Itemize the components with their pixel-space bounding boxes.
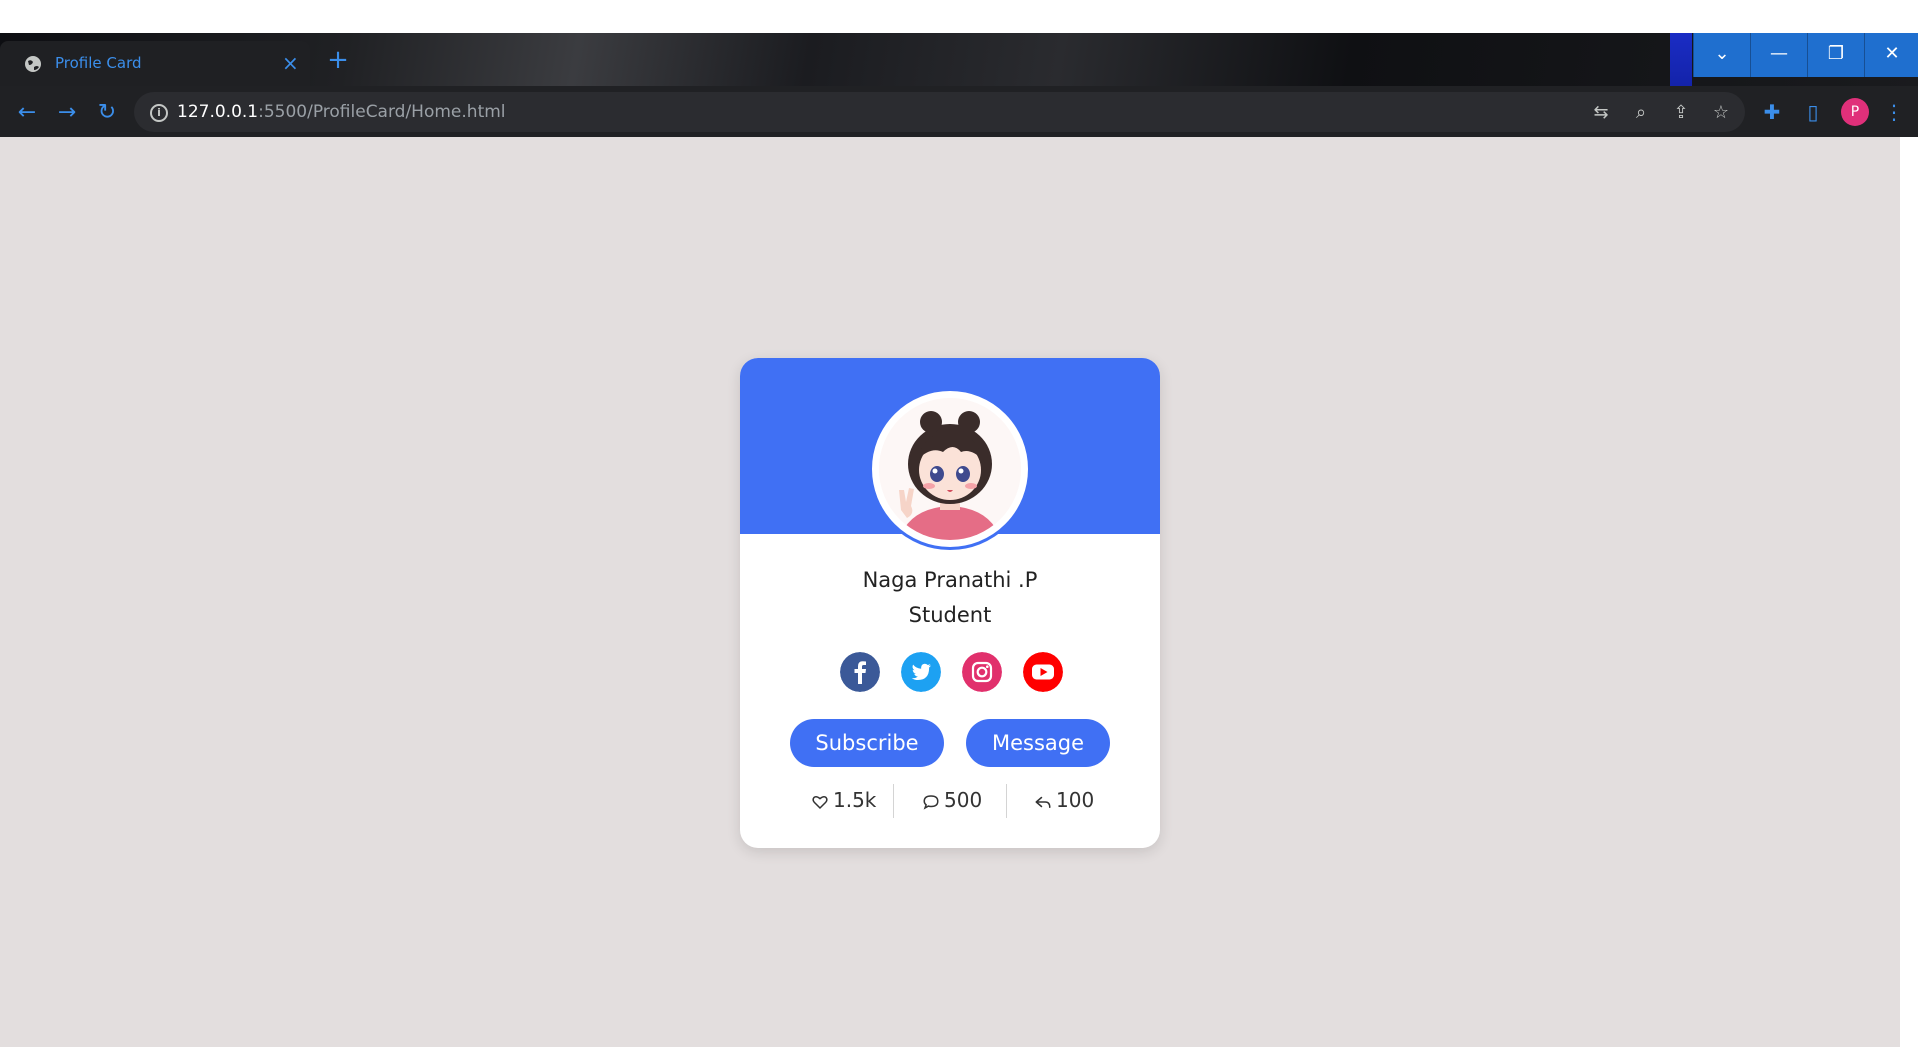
message-button[interactable]: Message bbox=[966, 719, 1110, 767]
comments-count: 500 bbox=[944, 788, 983, 812]
page-viewport: Naga Pranathi .P Student Subscribe Messa… bbox=[0, 137, 1900, 1047]
globe-icon bbox=[25, 56, 41, 72]
profile-role: Student bbox=[908, 603, 992, 627]
scrollbar[interactable] bbox=[1900, 137, 1918, 1047]
stat-divider bbox=[893, 784, 894, 818]
avatar-ring bbox=[869, 388, 1031, 550]
extensions-icon[interactable]: ✚ bbox=[1760, 100, 1784, 124]
minimize-button[interactable]: — bbox=[1750, 33, 1807, 77]
url-text[interactable]: 127.0.0.1:5500/ProfileCard/Home.html bbox=[177, 102, 506, 122]
zoom-icon[interactable]: ⌕ bbox=[1630, 102, 1652, 124]
tab-strip: Profile Card × + ⌄ — ❐ ✕ bbox=[0, 33, 1918, 86]
translate-icon[interactable]: ⇆ bbox=[1590, 102, 1612, 124]
share-icon[interactable]: ⇪ bbox=[1670, 102, 1692, 124]
youtube-icon[interactable] bbox=[1023, 652, 1063, 692]
shares-stat[interactable]: 100 bbox=[1034, 782, 1094, 818]
twitter-icon[interactable] bbox=[901, 652, 941, 692]
facebook-icon[interactable] bbox=[840, 652, 880, 692]
comment-icon bbox=[923, 794, 939, 810]
likes-stat[interactable]: 1.5k bbox=[811, 782, 876, 818]
heart-icon bbox=[812, 795, 828, 809]
new-tab-button[interactable]: + bbox=[322, 45, 354, 77]
side-panel-icon[interactable]: ▯ bbox=[1801, 100, 1825, 124]
likes-count: 1.5k bbox=[833, 788, 877, 812]
stat-divider bbox=[1006, 784, 1007, 818]
close-window-button[interactable]: ✕ bbox=[1864, 33, 1918, 77]
url-path: :5500/ProfileCard/Home.html bbox=[258, 102, 506, 122]
star-icon[interactable]: ☆ bbox=[1710, 102, 1732, 124]
back-icon[interactable]: ← bbox=[14, 100, 40, 125]
profile-name: Naga Pranathi .P bbox=[862, 568, 1038, 592]
reply-icon bbox=[1035, 796, 1051, 808]
restore-button[interactable]: ❐ bbox=[1807, 33, 1864, 77]
profile-avatar[interactable]: P bbox=[1841, 98, 1869, 126]
info-icon[interactable]: i bbox=[150, 104, 168, 122]
profile-card: Naga Pranathi .P Student Subscribe Messa… bbox=[740, 358, 1160, 848]
reload-icon[interactable]: ↻ bbox=[94, 100, 120, 125]
forward-icon[interactable]: → bbox=[54, 100, 80, 125]
comments-stat[interactable]: 500 bbox=[922, 782, 982, 818]
address-bar[interactable]: i 127.0.0.1:5500/ProfileCard/Home.html ⇆… bbox=[134, 92, 1745, 132]
tab-profile-card[interactable]: Profile Card × bbox=[0, 41, 310, 86]
subscribe-button[interactable]: Subscribe bbox=[790, 719, 944, 767]
instagram-icon[interactable] bbox=[962, 652, 1002, 692]
avatar-illustration bbox=[879, 398, 1021, 540]
browser-chrome: Profile Card × + ⌄ — ❐ ✕ ← → ↻ i 127.0.0… bbox=[0, 33, 1918, 137]
shares-count: 100 bbox=[1056, 788, 1095, 812]
tab-search-button[interactable]: ⌄ bbox=[1693, 33, 1750, 77]
tab-title: Profile Card bbox=[55, 54, 142, 72]
url-host: 127.0.0.1 bbox=[177, 102, 259, 122]
tab-close-button[interactable]: × bbox=[282, 51, 299, 75]
toolbar: ← → ↻ i 127.0.0.1:5500/ProfileCard/Home.… bbox=[0, 86, 1918, 137]
avatar bbox=[879, 398, 1021, 540]
stats-row: 1.5k 500 100 bbox=[740, 782, 1160, 818]
menu-icon[interactable]: ⋮ bbox=[1882, 100, 1906, 124]
